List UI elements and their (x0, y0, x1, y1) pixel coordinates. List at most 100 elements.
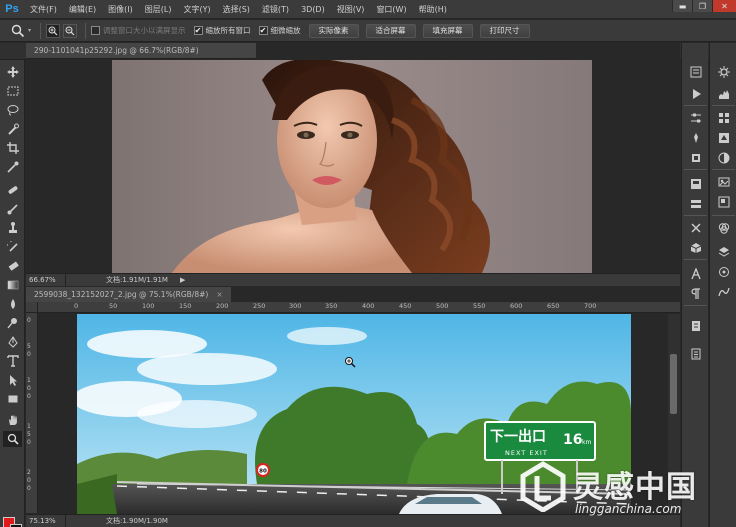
exit-unit: km (582, 439, 591, 446)
quick-select-tool-icon[interactable] (3, 121, 22, 137)
menu-select[interactable]: 选择(S) (217, 4, 256, 15)
ruler-tick: 5 (27, 431, 31, 438)
dodge-tool-icon[interactable] (3, 315, 22, 331)
eyedropper-tool-icon[interactable] (3, 159, 22, 175)
status-menu-arrow-icon[interactable]: ▶ (180, 276, 185, 284)
zoom-level[interactable]: 75.13% (26, 514, 66, 527)
ruler-tick: 0 (27, 393, 31, 400)
document-tab[interactable]: 290-1101041p25292.jpg @ 66.7%(RGB/8#) (26, 43, 256, 59)
styles-panel-icon[interactable] (714, 129, 733, 147)
fit-screen-button[interactable]: 适合屏幕 (365, 23, 416, 38)
menu-type[interactable]: 文字(Y) (177, 4, 216, 15)
paths-panel-icon[interactable] (714, 283, 733, 301)
ruler-tick: 0 (27, 317, 31, 324)
character-panel-icon[interactable] (686, 265, 705, 283)
photoshop-logo[interactable]: Ps (0, 0, 24, 19)
checkbox-box (91, 26, 101, 35)
history-panel-icon[interactable] (686, 63, 705, 81)
properties-panel-icon[interactable] (714, 173, 733, 191)
notes-panel-icon[interactable] (686, 317, 705, 335)
menu-image[interactable]: 图像(I) (102, 4, 139, 15)
adjustments-levels-icon[interactable] (714, 149, 733, 167)
scrollbar-thumb[interactable] (670, 354, 677, 414)
masks-panel-icon[interactable] (714, 193, 733, 211)
menu-window[interactable]: 窗口(W) (370, 4, 412, 15)
clone-stamp-tool-icon[interactable] (3, 220, 22, 236)
menu-help[interactable]: 帮助(H) (413, 4, 453, 15)
color-panel-icon[interactable] (714, 63, 733, 81)
play-actions-icon[interactable] (686, 85, 705, 103)
channels-panel-icon[interactable] (714, 219, 733, 237)
paragraph-panel-icon[interactable] (686, 285, 705, 303)
eraser-tool-icon[interactable] (3, 258, 22, 274)
lasso-tool-icon[interactable] (3, 102, 22, 118)
divider (684, 215, 707, 216)
ruler-tick: 0 (27, 477, 31, 484)
menu-layer[interactable]: 图层(L) (139, 4, 178, 15)
divider (684, 169, 707, 170)
ruler-tick: 600 (510, 302, 523, 310)
brush-tool-icon[interactable] (3, 201, 22, 217)
actual-pixels-button[interactable]: 实际像素 (308, 23, 359, 38)
menu-filter[interactable]: 滤镜(T) (256, 4, 295, 15)
menu-edit[interactable]: 编辑(E) (63, 4, 102, 15)
watermark-logo-icon (520, 461, 566, 512)
restore-button[interactable]: ❐ (692, 0, 712, 12)
histogram-panel-icon[interactable] (714, 85, 733, 103)
ruler-tick: 0 (27, 385, 31, 392)
document-panel-icon[interactable] (686, 345, 705, 363)
menu-view[interactable]: 视图(V) (331, 4, 371, 15)
zoom-tool-preset-icon[interactable] (8, 22, 28, 40)
marquee-tool-icon[interactable] (3, 83, 22, 99)
menu-file[interactable]: 文件(F) (24, 4, 63, 15)
scrubby-zoom-checkbox[interactable]: ✔ 细微缩放 (258, 25, 301, 36)
close-button[interactable]: ✕ (712, 0, 736, 12)
adjustments-icon[interactable] (686, 109, 705, 127)
document-tab[interactable]: 2599038_132152027_2.jpg @ 75.1%(RGB/8#) … (26, 287, 231, 303)
hand-tool-icon[interactable] (3, 412, 22, 428)
crop-tool-icon[interactable] (3, 140, 22, 156)
info-panel-icon[interactable] (686, 175, 705, 193)
close-icon[interactable]: × (216, 290, 222, 299)
swatches-panel-icon[interactable] (714, 109, 733, 127)
zoom-level[interactable]: 66.67% (26, 273, 66, 287)
channels-icon[interactable] (714, 263, 733, 281)
minimize-button[interactable]: ▬ (672, 0, 692, 12)
path-selection-tool-icon[interactable] (3, 372, 22, 388)
clone-source-icon[interactable] (686, 149, 705, 167)
print-size-button[interactable]: 打印尺寸 (479, 23, 530, 38)
blur-tool-icon[interactable] (3, 296, 22, 312)
history-brush-tool-icon[interactable] (3, 239, 22, 255)
ruler-tick: 400 (362, 302, 375, 310)
zoom-tool-icon[interactable] (3, 431, 22, 447)
vertical-ruler[interactable]: 0 5 0 1 0 0 1 5 0 2 0 0 (26, 313, 38, 513)
resize-windows-checkbox[interactable]: 调整窗口大小以满屏显示 (91, 25, 186, 36)
divider (684, 259, 707, 260)
tools-cross-icon[interactable] (686, 219, 705, 237)
3d-panel-icon[interactable] (686, 239, 705, 257)
checkbox-checked: ✔ (258, 26, 268, 35)
zoom-in-icon[interactable] (46, 23, 61, 38)
chevron-down-icon[interactable]: ▾ (28, 27, 31, 34)
portrait-photo[interactable] (112, 60, 592, 273)
brush-presets-icon[interactable] (686, 129, 705, 147)
fill-screen-button[interactable]: 填充屏幕 (422, 23, 473, 38)
horizontal-ruler[interactable]: 0 50 100 150 200 250 300 350 400 450 500… (38, 302, 680, 313)
pen-tool-icon[interactable] (3, 334, 22, 350)
layers-panel-icon[interactable] (714, 243, 733, 261)
ruler-tick: 300 (289, 302, 302, 310)
ruler-tick: 0 (27, 485, 31, 492)
move-tool-icon[interactable] (3, 64, 22, 80)
gradient-tool-icon[interactable] (3, 277, 22, 293)
layer-comps-icon[interactable] (686, 195, 705, 213)
healing-brush-tool-icon[interactable] (3, 182, 22, 198)
zoom-all-windows-checkbox[interactable]: ✔ 缩放所有窗口 (193, 25, 251, 36)
type-tool-icon[interactable] (3, 353, 22, 369)
panel-dock-right (709, 43, 736, 527)
rectangle-tool-icon[interactable] (3, 391, 22, 407)
ruler-tick: 1 (27, 377, 31, 384)
ruler-tick: 150 (179, 302, 192, 310)
ruler-tick: 650 (547, 302, 560, 310)
menu-3d[interactable]: 3D(D) (295, 5, 331, 14)
zoom-out-icon[interactable] (63, 23, 78, 38)
